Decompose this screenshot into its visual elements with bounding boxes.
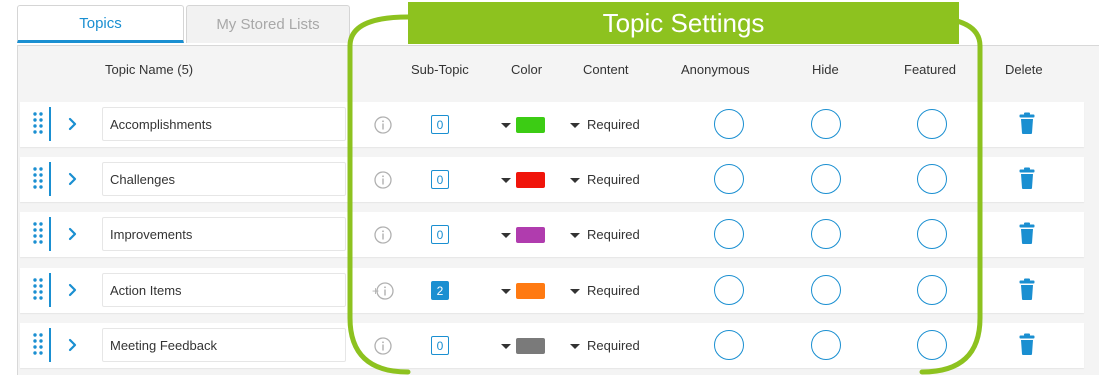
header-sub-topic: Sub-Topic <box>411 62 469 77</box>
hide-toggle[interactable] <box>811 219 841 249</box>
header-anonymous: Anonymous <box>681 62 750 77</box>
drag-handle-icon[interactable] <box>32 164 44 192</box>
hide-toggle[interactable] <box>811 275 841 305</box>
chevron-right-icon[interactable] <box>66 335 80 355</box>
tab-my-stored-lists[interactable]: My Stored Lists <box>186 5 350 43</box>
color-swatch <box>516 227 545 243</box>
color-swatch <box>516 172 545 188</box>
color-swatch <box>516 117 545 133</box>
trash-icon[interactable] <box>1019 167 1035 189</box>
header-color: Color <box>511 62 543 77</box>
drag-handle-icon[interactable] <box>32 275 44 303</box>
content-dropdown[interactable]: Required <box>569 281 649 301</box>
color-dropdown[interactable] <box>500 281 546 301</box>
anonymous-toggle[interactable] <box>714 109 744 139</box>
caret-down-icon <box>501 233 511 238</box>
topics-table: Topic Name (5) Sub-Topic Color Content A… <box>17 45 1099 375</box>
color-swatch <box>516 283 545 299</box>
drag-separator <box>49 217 51 251</box>
topic-row: Accomplishments 0 Required <box>20 102 1084 147</box>
topic-row: Improvements 0 Required <box>20 212 1084 257</box>
anonymous-toggle[interactable] <box>714 219 744 249</box>
color-dropdown[interactable] <box>500 225 546 245</box>
content-value: Required <box>587 227 640 242</box>
content-dropdown[interactable]: Required <box>569 115 649 135</box>
anonymous-toggle[interactable] <box>714 164 744 194</box>
trash-icon[interactable] <box>1019 222 1035 244</box>
drag-separator <box>49 328 51 362</box>
chevron-right-icon[interactable] <box>66 169 80 189</box>
content-dropdown[interactable]: Required <box>569 170 649 190</box>
info-icon[interactable] <box>372 336 394 356</box>
drag-handle-icon[interactable] <box>32 330 44 358</box>
header-delete: Delete <box>1005 62 1043 77</box>
header-content: Content <box>583 62 629 77</box>
caret-down-icon <box>570 344 580 349</box>
trash-icon[interactable] <box>1019 112 1035 134</box>
topic-row: Challenges 0 Required <box>20 157 1084 202</box>
content-dropdown[interactable]: Required <box>569 225 649 245</box>
topic-name-input[interactable]: Improvements <box>102 217 346 251</box>
caret-down-icon <box>501 344 511 349</box>
header-hide: Hide <box>812 62 839 77</box>
caret-down-icon <box>570 123 580 128</box>
anonymous-toggle[interactable] <box>714 330 744 360</box>
drag-separator <box>49 273 51 307</box>
chevron-right-icon[interactable] <box>66 114 80 134</box>
color-dropdown[interactable] <box>500 115 546 135</box>
topic-name-input[interactable]: Challenges <box>102 162 346 196</box>
caret-down-icon <box>501 178 511 183</box>
trash-icon[interactable] <box>1019 333 1035 355</box>
content-value: Required <box>587 283 640 298</box>
caret-down-icon <box>570 289 580 294</box>
drag-handle-icon[interactable] <box>32 219 44 247</box>
topic-name-input[interactable]: Meeting Feedback <box>102 328 346 362</box>
table-header: Topic Name (5) Sub-Topic Color Content A… <box>18 46 1099 92</box>
sub-topic-count[interactable]: 0 <box>431 225 449 244</box>
anonymous-toggle[interactable] <box>714 275 744 305</box>
topic-name-input[interactable]: Action Items <box>102 273 346 307</box>
drag-handle-icon[interactable] <box>32 109 44 137</box>
header-featured: Featured <box>904 62 957 77</box>
color-dropdown[interactable] <box>500 336 546 356</box>
trash-icon[interactable] <box>1019 278 1035 300</box>
content-value: Required <box>587 338 640 353</box>
add-info-icon[interactable]: + <box>372 281 394 301</box>
caret-down-icon <box>570 178 580 183</box>
sub-topic-count[interactable]: 0 <box>431 115 449 134</box>
featured-toggle[interactable] <box>917 330 947 360</box>
drag-separator <box>49 162 51 196</box>
topic-row: Meeting Feedback 0 Required <box>20 323 1084 368</box>
content-dropdown[interactable]: Required <box>569 336 649 356</box>
topic-settings-screen: Topics My Stored Lists Topic Name (5) Su… <box>0 0 1099 375</box>
color-swatch <box>516 338 545 354</box>
sub-topic-count[interactable]: 2 <box>431 281 449 300</box>
drag-separator <box>49 107 51 141</box>
topic-row: Action Items + 2 Required <box>20 268 1084 313</box>
sub-topic-count[interactable]: 0 <box>431 170 449 189</box>
info-icon[interactable] <box>372 115 394 135</box>
topic-name-input[interactable]: Accomplishments <box>102 107 346 141</box>
header-topic-name: Topic Name (5) <box>105 62 194 77</box>
info-icon[interactable] <box>372 225 394 245</box>
color-dropdown[interactable] <box>500 170 546 190</box>
featured-toggle[interactable] <box>917 164 947 194</box>
sub-topic-count[interactable]: 0 <box>431 336 449 355</box>
featured-toggle[interactable] <box>917 109 947 139</box>
chevron-right-icon[interactable] <box>66 280 80 300</box>
info-icon[interactable] <box>372 170 394 190</box>
featured-toggle[interactable] <box>917 219 947 249</box>
hide-toggle[interactable] <box>811 164 841 194</box>
caret-down-icon <box>570 233 580 238</box>
topic-settings-callout: Topic Settings <box>408 2 959 44</box>
caret-down-icon <box>501 289 511 294</box>
tab-topics[interactable]: Topics <box>17 5 184 43</box>
caret-down-icon <box>501 123 511 128</box>
hide-toggle[interactable] <box>811 330 841 360</box>
hide-toggle[interactable] <box>811 109 841 139</box>
content-value: Required <box>587 117 640 132</box>
content-value: Required <box>587 172 640 187</box>
chevron-right-icon[interactable] <box>66 224 80 244</box>
featured-toggle[interactable] <box>917 275 947 305</box>
